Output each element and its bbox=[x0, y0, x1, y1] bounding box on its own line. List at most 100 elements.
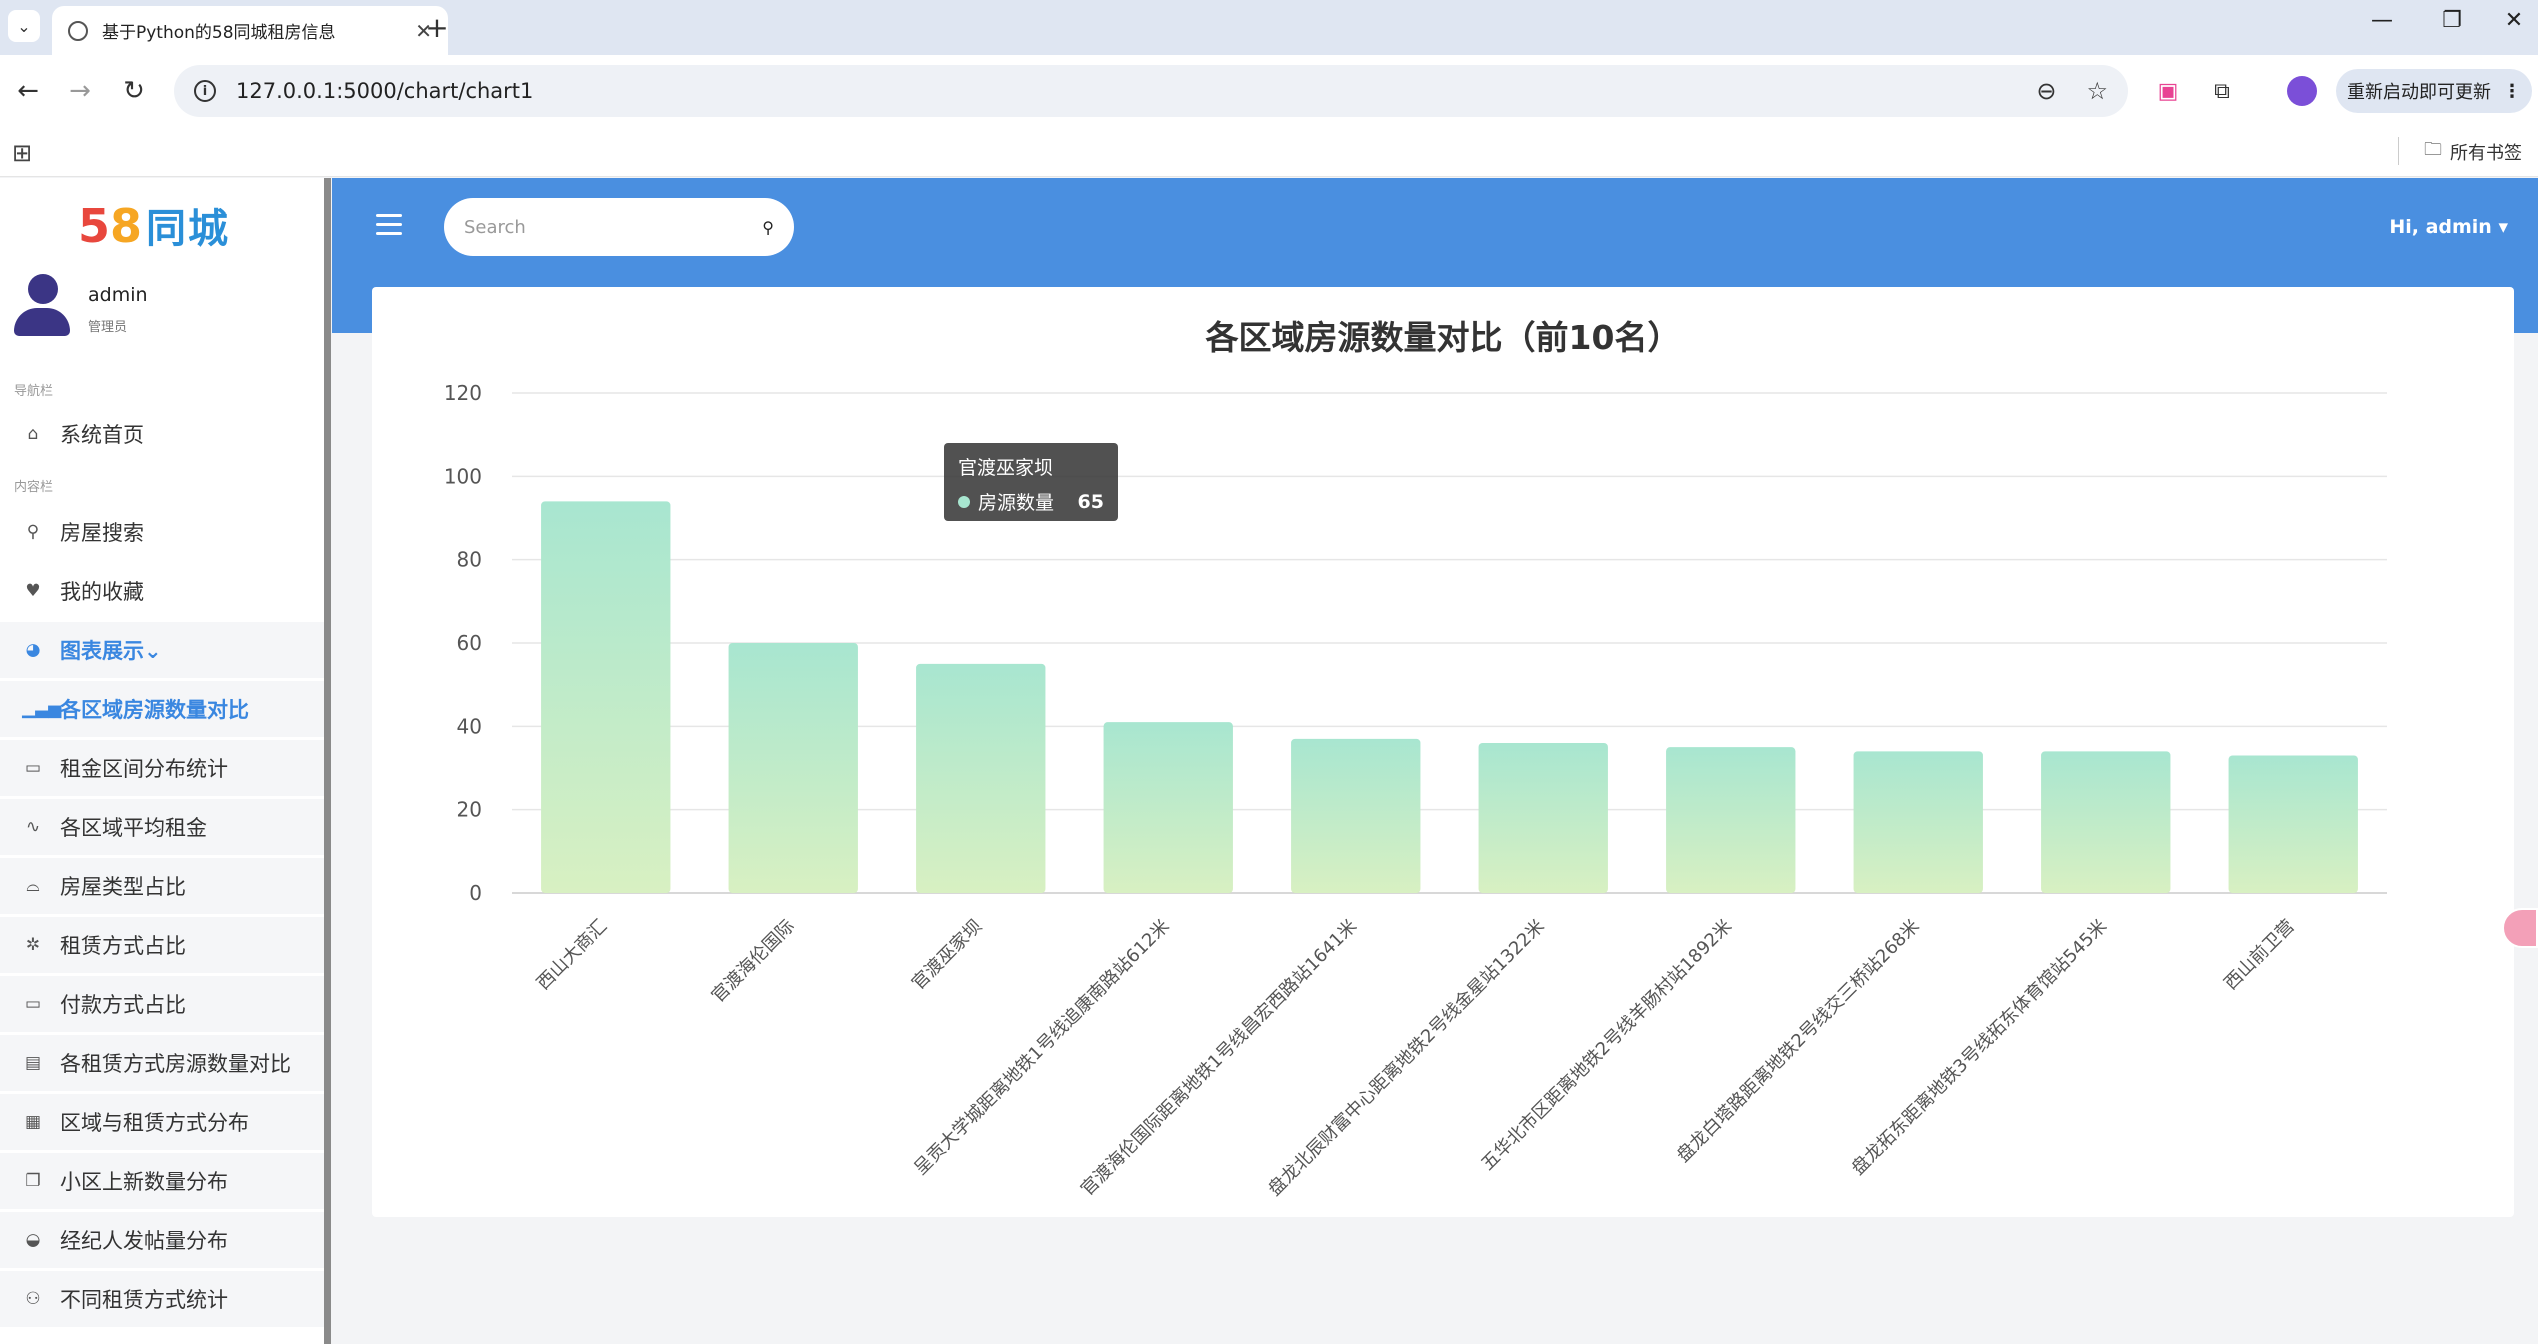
browser-tab-active[interactable]: 基于Python的58同城租房信息 ✕ bbox=[52, 6, 448, 55]
menu-label: 区域与租赁方式分布 bbox=[60, 1111, 249, 1135]
bar[interactable] bbox=[1853, 751, 1983, 893]
search-box: ⚲ bbox=[444, 198, 794, 256]
tab-search-chevron-icon[interactable]: ⌄ bbox=[8, 10, 40, 42]
logo-text: 同城 bbox=[146, 206, 231, 252]
restore-icon[interactable]: ❐ bbox=[2432, 8, 2472, 33]
hamburger-menu-icon[interactable] bbox=[376, 214, 402, 236]
bar[interactable] bbox=[916, 663, 1046, 893]
forward-arrow-icon[interactable]: → bbox=[62, 73, 98, 109]
bar[interactable] bbox=[2041, 751, 2171, 893]
y-tick-label: 120 bbox=[444, 381, 482, 405]
all-bookmarks-button[interactable]: 🗀 所有书签 bbox=[2424, 137, 2522, 167]
menu-item-lease-count-chart[interactable]: ▤ 各租赁方式房源数量对比 bbox=[0, 1035, 324, 1091]
menu-item-house-search[interactable]: ⚲ 房屋搜索 bbox=[0, 504, 324, 560]
y-tick-label: 40 bbox=[457, 714, 482, 738]
update-label: 重新启动即可更新 bbox=[2347, 82, 2491, 103]
bar[interactable] bbox=[2228, 755, 2358, 894]
more-menu-icon[interactable]: ⋮ bbox=[2503, 81, 2521, 102]
user-dropdown[interactable]: Hi, admin ▾ bbox=[2389, 216, 2508, 238]
bookmarks-divider bbox=[2398, 137, 2399, 165]
x-tick-label: 西山大商汇 bbox=[533, 916, 611, 994]
search-icon[interactable]: ⚲ bbox=[762, 218, 774, 237]
keyboard-icon: ▭ bbox=[24, 758, 42, 778]
search-input[interactable] bbox=[464, 216, 763, 238]
nav-section-label: 导航栏 bbox=[14, 384, 54, 399]
chart-card: 各区域房源数量对比（前10名） 0 20 40 60 80 100 120 西山大商汇 官渡海伦… bbox=[372, 287, 2514, 1217]
translate-extension-icon[interactable]: ▣ bbox=[2150, 73, 2186, 109]
new-tab-plus-icon[interactable]: + bbox=[420, 10, 454, 44]
bar[interactable] bbox=[1291, 738, 1421, 893]
menu-item-region-lease-chart[interactable]: ▦ 区域与租赁方式分布 bbox=[0, 1094, 324, 1150]
bar[interactable] bbox=[1666, 747, 1796, 893]
relaunch-update-button[interactable]: 重新启动即可更新 ⋮ bbox=[2336, 69, 2532, 113]
user-role: 管理员 bbox=[88, 320, 128, 335]
content-section-label: 内容栏 bbox=[14, 480, 54, 495]
user-avatar bbox=[14, 274, 70, 338]
menu-label: 付款方式占比 bbox=[60, 993, 186, 1017]
home-icon: ⌂ bbox=[27, 424, 39, 444]
address-bar[interactable]: i 127.0.0.1:5000/chart/chart1 ⊖ ☆ bbox=[174, 65, 2128, 117]
sidebar-scrollbar[interactable] bbox=[324, 178, 331, 1344]
comments-icon: ❐ bbox=[25, 1171, 41, 1191]
gauge-icon: ◒ bbox=[25, 1230, 41, 1250]
menu-item-favorites[interactable]: ♥ 我的收藏 bbox=[0, 563, 324, 619]
users-icon: ⚇ bbox=[25, 1289, 41, 1309]
profile-avatar-icon[interactable] bbox=[2284, 73, 2320, 109]
zoom-icon[interactable]: ⊖ bbox=[2036, 77, 2056, 105]
menu-label: 各租赁方式房源数量对比 bbox=[60, 1052, 291, 1076]
menu-label: 小区上新数量分布 bbox=[60, 1170, 228, 1194]
search-icon: ⚲ bbox=[26, 522, 40, 542]
minimize-icon[interactable]: — bbox=[2362, 8, 2402, 33]
tooltip-series-name: 房源数量 bbox=[978, 492, 1055, 514]
menu-item-lease-type-chart[interactable]: ✲ 租赁方式占比 bbox=[0, 917, 324, 973]
apps-grid-icon[interactable]: ⊞ bbox=[12, 139, 32, 167]
browser-tab-bar: ⌄ 基于Python的58同城租房信息 ✕ + — ❐ ✕ bbox=[0, 0, 2538, 55]
menu-label: 不同租赁方式统计 bbox=[60, 1288, 228, 1312]
reload-icon[interactable]: ↻ bbox=[116, 73, 152, 109]
menu-item-lease-stats-chart[interactable]: ⚇ 不同租赁方式统计 bbox=[0, 1271, 324, 1327]
site-logo[interactable]: 5 8 同城 bbox=[78, 196, 230, 254]
back-arrow-icon[interactable]: ← bbox=[10, 73, 46, 109]
snowflake-icon: ✲ bbox=[25, 935, 41, 955]
menu-item-agent-posts-chart[interactable]: ◒ 经纪人发帖量分布 bbox=[0, 1212, 324, 1268]
bar-chart-icon: ▁▃▅ bbox=[22, 699, 62, 719]
all-bookmarks-label: 所有书签 bbox=[2450, 143, 2522, 164]
menu-label: 租赁方式占比 bbox=[60, 934, 186, 958]
pie-chart-icon: ◕ bbox=[25, 640, 41, 660]
x-tick-label: 西山前卫营 bbox=[2220, 916, 2298, 994]
menu-group-charts[interactable]: ◕ 图表展示⌄ bbox=[0, 622, 324, 678]
site-info-icon[interactable]: i bbox=[194, 80, 216, 102]
bar[interactable] bbox=[541, 501, 671, 893]
menu-item-payment-chart[interactable]: ▭ 付款方式占比 bbox=[0, 976, 324, 1032]
keyboard-icon: ▭ bbox=[24, 994, 42, 1014]
menu-item-rent-range-chart[interactable]: ▭ 租金区间分布统计 bbox=[0, 740, 324, 796]
heart-icon: ♥ bbox=[25, 581, 41, 601]
user-name: admin bbox=[88, 284, 148, 306]
window-close-icon[interactable]: ✕ bbox=[2494, 8, 2534, 33]
tab-title: 基于Python的58同城租房信息 bbox=[102, 23, 336, 43]
y-tick-label: 100 bbox=[444, 464, 482, 488]
bar[interactable] bbox=[1478, 743, 1608, 893]
bookmark-star-icon[interactable]: ☆ bbox=[2086, 77, 2108, 105]
menu-item-region-count-chart[interactable]: ▁▃▅ 各区域房源数量对比 bbox=[0, 681, 324, 737]
menu-item-avg-rent-chart[interactable]: ∿ 各区域平均租金 bbox=[0, 799, 324, 855]
url-text: 127.0.0.1:5000/chart/chart1 bbox=[236, 79, 534, 103]
browser-toolbar: ← → ↻ i 127.0.0.1:5000/chart/chart1 ⊖ ☆ … bbox=[0, 55, 2538, 127]
book-icon: ▤ bbox=[24, 1053, 42, 1073]
menu-label: 租金区间分布统计 bbox=[60, 757, 228, 781]
y-tick-label: 80 bbox=[457, 548, 482, 572]
tooltip-series-dot bbox=[958, 495, 970, 508]
logo-digit-8: 8 bbox=[110, 199, 143, 253]
menu-item-community-new-chart[interactable]: ❐ 小区上新数量分布 bbox=[0, 1153, 324, 1209]
menu-item-house-type-chart[interactable]: ⌓ 房屋类型占比 bbox=[0, 858, 324, 914]
x-tick-label: 官渡巫家坝 bbox=[908, 916, 986, 994]
bar[interactable] bbox=[728, 643, 858, 893]
extensions-puzzle-icon[interactable]: ⧉ bbox=[2204, 73, 2240, 109]
menu-item-home[interactable]: ⌂ 系统首页 bbox=[0, 406, 324, 462]
bar[interactable] bbox=[1103, 722, 1233, 893]
menu-label: 各区域平均租金 bbox=[60, 816, 207, 840]
menu-label: 房屋搜索 bbox=[60, 521, 144, 545]
menu-label: 图表展示⌄ bbox=[60, 639, 162, 663]
chart-tooltip: 官渡巫家坝 房源数量 65 bbox=[944, 443, 1118, 521]
floating-translate-ball[interactable] bbox=[2502, 908, 2538, 948]
